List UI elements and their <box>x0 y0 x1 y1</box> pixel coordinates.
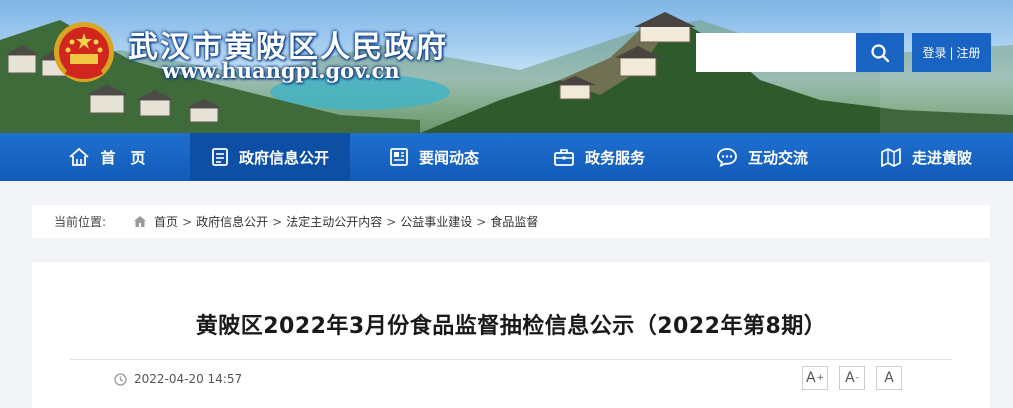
login-register-box: 登录 | 注册 <box>912 33 991 72</box>
login-separator: | <box>949 45 954 60</box>
map-icon <box>881 148 901 167</box>
article-title: 黄陂区2022年3月份食品监督抽检信息公示（2022年第8期） <box>195 314 827 339</box>
font-button-label: A <box>805 370 816 386</box>
breadcrumb-separator: > <box>272 214 283 229</box>
header-banner: 武汉市黄陂区人民政府 www.huangpi.gov.cn 登录 | 注册 <box>0 0 1013 133</box>
breadcrumb-item-food-supervision[interactable]: 食品监督 <box>490 213 538 230</box>
font-size-controls: A + A- A <box>802 366 902 390</box>
chat-icon <box>717 148 737 167</box>
font-button-label: A <box>845 370 855 386</box>
font-button-sup: - <box>855 373 859 383</box>
nav-label: 走进黄陂 <box>911 148 972 167</box>
site-url: www.huangpi.gov.cn <box>162 58 400 83</box>
title-divider <box>70 359 952 360</box>
font-button-sup: + <box>816 373 825 383</box>
breadcrumb-separator: > <box>182 214 193 229</box>
nav-item-about[interactable]: 走进黄陂 <box>844 133 1008 181</box>
nav-item-news[interactable]: 要闻动态 <box>350 133 518 181</box>
login-link[interactable]: 登录 <box>922 44 946 61</box>
breadcrumb-separator: > <box>386 214 397 229</box>
document-icon <box>212 148 228 166</box>
font-button-label: A <box>884 370 894 386</box>
breadcrumb-item-home[interactable]: 首页 <box>154 213 178 230</box>
home-icon <box>69 147 90 166</box>
breadcrumb-label: 当前位置: <box>54 215 107 229</box>
register-link[interactable]: 注册 <box>957 44 981 61</box>
breadcrumb-separator: > <box>476 214 487 229</box>
article-panel: 黄陂区2022年3月份食品监督抽检信息公示（2022年第8期） 2022-04-… <box>32 262 990 408</box>
breadcrumb-item-statutory[interactable]: 法定主动公开内容 <box>286 213 382 230</box>
publish-datetime: 2022-04-20 14:57 <box>134 372 243 386</box>
font-decrease-button[interactable]: A- <box>839 366 865 390</box>
nav-item-services[interactable]: 政务服务 <box>518 133 680 181</box>
nav-label: 政府信息公开 <box>238 148 329 167</box>
breadcrumb-item-public-welfare[interactable]: 公益事业建设 <box>400 213 472 230</box>
font-reset-button[interactable]: A <box>876 366 902 390</box>
search-button[interactable] <box>856 33 904 72</box>
breadcrumb-item-gov-info[interactable]: 政府信息公开 <box>196 213 268 230</box>
breadcrumb: 当前位置: 首页 > 政府信息公开 > 法定主动公开内容 > 公益事业建设 > … <box>32 205 990 238</box>
nav-label: 要闻动态 <box>418 148 479 167</box>
nav-label: 政务服务 <box>584 148 645 167</box>
article-meta: 2022-04-20 14:57 <box>114 369 242 389</box>
national-emblem-icon <box>54 22 114 82</box>
nav-label: 互动交流 <box>747 148 808 167</box>
nav-item-home[interactable]: 首 页 <box>24 133 190 181</box>
main-nav: 首 页 政府信息公开 要闻动态 政务服务 互动交流 走进黄陂 <box>0 133 1013 181</box>
clock-icon <box>114 372 127 386</box>
nav-item-interaction[interactable]: 互动交流 <box>680 133 844 181</box>
search-icon <box>871 43 890 62</box>
nav-label: 首 页 <box>100 148 146 167</box>
news-icon <box>390 148 408 166</box>
nav-item-gov-info[interactable]: 政府信息公开 <box>190 133 350 181</box>
search-input[interactable] <box>696 33 856 72</box>
briefcase-icon <box>554 149 574 166</box>
home-icon <box>134 216 147 227</box>
font-increase-button[interactable]: A + <box>802 366 828 390</box>
